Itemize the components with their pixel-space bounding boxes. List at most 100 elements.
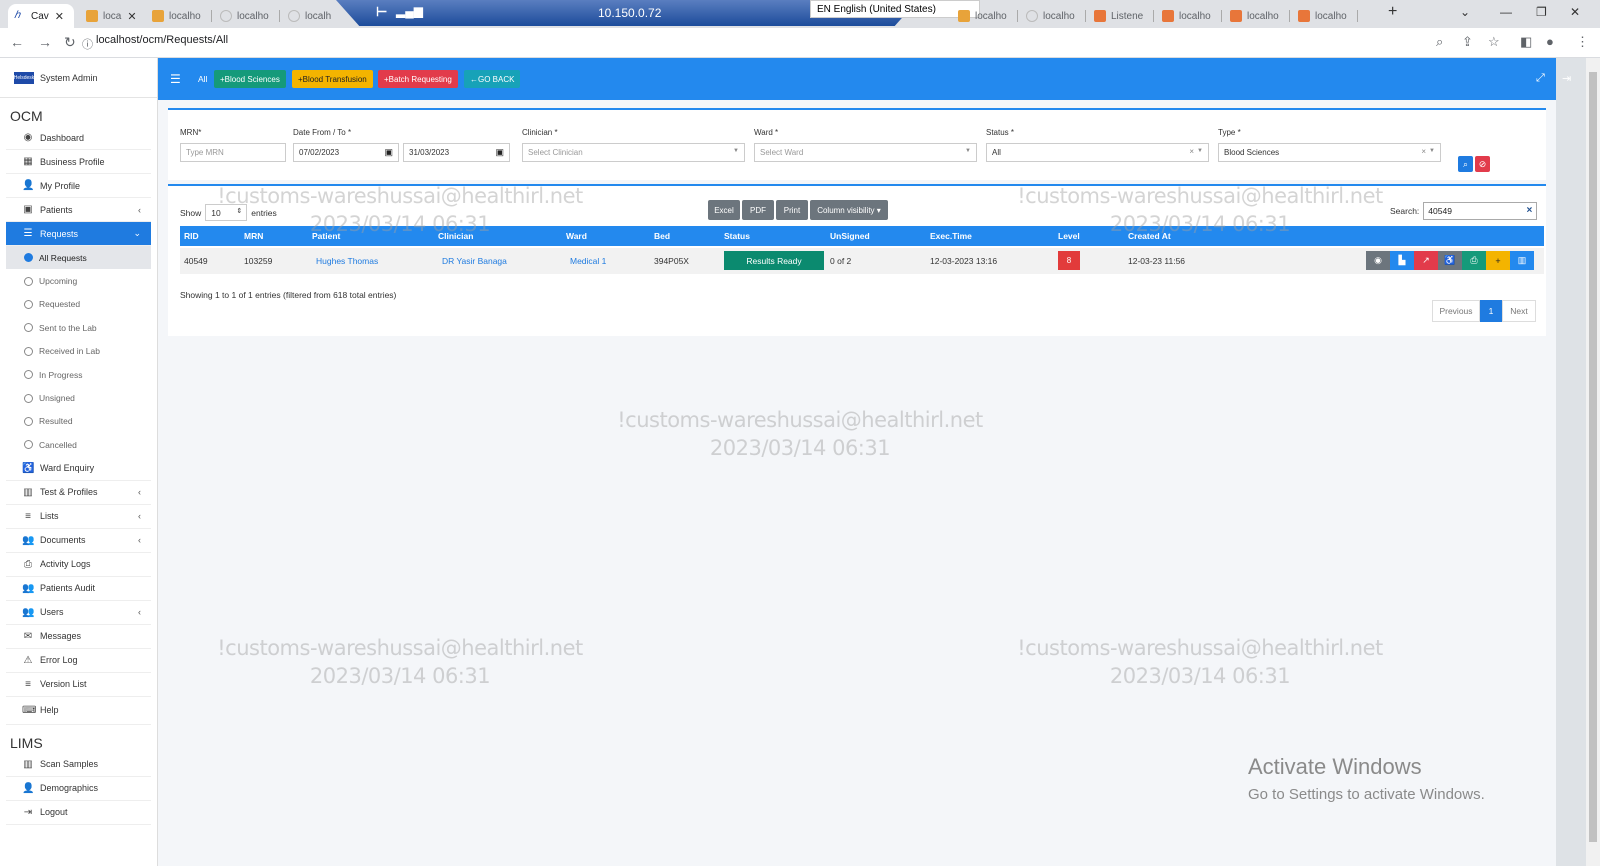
restore-icon[interactable]: ❐ (1536, 5, 1547, 19)
share-icon[interactable]: ⇪ (1462, 34, 1473, 50)
results-button[interactable]: ▙ (1390, 251, 1414, 270)
url-field[interactable]: localhost/ocm/Requests/All (96, 34, 228, 46)
sidebar-item-test-profiles[interactable]: ▥ Test & Profiles ‹ (6, 481, 151, 505)
info-icon[interactable]: ⓘ (82, 36, 93, 52)
browser-tab[interactable]: localho (1224, 4, 1290, 28)
star-icon[interactable]: ☆ (1488, 34, 1500, 50)
sidebar-item-documents[interactable]: 👥 Documents ‹ (6, 529, 151, 553)
sidebar-item-requests[interactable]: ☰ Requests ⌄ (6, 222, 151, 246)
sidebar-item-patients-audit[interactable]: 👥 Patients Audit (6, 577, 151, 601)
sidebar-item-dashboard[interactable]: ◉ Dashboard (6, 126, 151, 150)
scrollbar-thumb[interactable] (1589, 72, 1597, 842)
sidebar-item-version-list[interactable]: ≡ Version List (6, 673, 151, 697)
sidebar-sub-requested[interactable]: Requested (6, 293, 151, 316)
cell-clinician-link[interactable]: DR Yasir Banaga (442, 256, 507, 266)
column-visibility-button[interactable]: Column visibility ▾ (810, 200, 888, 220)
print-button[interactable]: Print (776, 200, 808, 220)
clinician-select[interactable]: Select Clinician ▼ (522, 143, 745, 162)
add-button[interactable]: + (1486, 251, 1510, 270)
sidebar-sub-in-progress[interactable]: In Progress (6, 363, 151, 386)
previous-page-button[interactable]: Previous (1432, 300, 1480, 322)
sidebar-sub-received-in-lab[interactable]: Received in Lab (6, 340, 151, 363)
clear-icon[interactable]: × (1189, 147, 1194, 156)
sidebar-sub-cancelled[interactable]: Cancelled (6, 433, 151, 456)
fullscreen-icon[interactable]: ⤢ (1536, 72, 1545, 85)
col-mrn[interactable]: MRN (244, 231, 263, 241)
sidebar-item-patients[interactable]: ▣ Patients ‹ (6, 198, 151, 222)
browser-tab[interactable]: localh (282, 4, 336, 28)
cell-ward-link[interactable]: Medical 1 (570, 256, 606, 266)
chevron-down-icon[interactable]: ⌄ (1460, 5, 1470, 19)
sidebar-sub-sent-to-lab[interactable]: Sent to the Lab (6, 316, 151, 339)
clear-icon[interactable]: × (1421, 147, 1426, 156)
browser-tab[interactable]: localho (146, 4, 212, 28)
col-status[interactable]: Status (724, 231, 750, 241)
browser-tab[interactable]: localho (1020, 4, 1086, 28)
calendar-icon[interactable]: ▣ (495, 147, 504, 158)
reload-icon[interactable]: ↻ (64, 34, 76, 51)
close-window-icon[interactable]: ✕ (1570, 5, 1580, 19)
print-row-button[interactable]: ⎙ (1462, 251, 1486, 270)
sidebar-item-lists[interactable]: ≡ Lists ‹ (6, 505, 151, 529)
sidebar-item-activity-logs[interactable]: ⎙ Activity Logs (6, 553, 151, 577)
blood-sciences-button[interactable]: + Blood Sciences (214, 70, 286, 88)
sidebar-item-scan-samples[interactable]: ▥ Scan Samples (6, 753, 151, 777)
hamburger-icon[interactable]: ☰ (170, 72, 181, 86)
batch-requesting-button[interactable]: + Batch Requesting (378, 70, 458, 88)
entries-select[interactable]: 10 ⇕ (205, 204, 248, 221)
sidebar-item-error-log[interactable]: ⚠ Error Log (6, 649, 151, 673)
view-button[interactable]: ◉ (1366, 251, 1390, 270)
blood-transfusion-button[interactable]: + Blood Transfusion (292, 70, 373, 88)
col-exec-time[interactable]: Exec.Time (930, 231, 972, 241)
sidebar-sub-all-requests[interactable]: All Requests (6, 246, 151, 270)
minimize-icon[interactable]: — (1500, 5, 1512, 19)
calendar-icon[interactable]: ▣ (384, 147, 393, 158)
next-page-button[interactable]: Next (1502, 300, 1536, 322)
col-level[interactable]: Level (1058, 231, 1080, 241)
date-to-input[interactable]: 31/03/2023 ▣ (403, 143, 510, 162)
sidebar-sub-resulted[interactable]: Resulted (6, 410, 151, 433)
browser-tab-active[interactable]: ℎ Cav ✕ (8, 4, 74, 28)
browser-tab[interactable]: localho (1292, 4, 1358, 28)
user-name[interactable]: System Admin (40, 73, 98, 83)
signout-icon[interactable]: ⇥ (1562, 72, 1571, 85)
forward-icon[interactable]: → (38, 34, 52, 50)
sidebar-item-my-profile[interactable]: 👤 My Profile (6, 174, 151, 198)
browser-tab[interactable]: localho (214, 4, 280, 28)
nav-all-link[interactable]: All (198, 74, 207, 84)
profile-icon[interactable]: ● (1546, 34, 1554, 49)
cell-patient-link[interactable]: Hughes Thomas (316, 256, 378, 266)
search-button[interactable]: ⌕ (1458, 156, 1473, 172)
sidebar-item-demographics[interactable]: 👤 Demographics (6, 777, 151, 801)
browser-tab[interactable]: localho (952, 4, 1018, 28)
sidebar-sub-unsigned[interactable]: Unsigned (6, 386, 151, 409)
col-patient[interactable]: Patient (312, 231, 340, 241)
close-tab-icon[interactable]: ✕ (55, 10, 64, 23)
mrn-input[interactable]: Type MRN (180, 143, 286, 162)
page-scrollbar[interactable] (1586, 58, 1600, 866)
col-rid[interactable]: RID (184, 231, 199, 241)
search-input[interactable]: 40549 × (1423, 202, 1538, 220)
clear-search-icon[interactable]: × (1526, 205, 1532, 216)
date-from-input[interactable]: 07/02/2023 ▣ (293, 143, 399, 162)
status-select[interactable]: All × ▼ (986, 143, 1209, 162)
sidebar-item-ward-enquiry[interactable]: ♿ Ward Enquiry (6, 457, 151, 481)
sidebar-item-users[interactable]: 👥 Users ‹ (6, 601, 151, 625)
col-unsigned[interactable]: UnSigned (830, 231, 870, 241)
col-ward[interactable]: Ward (566, 231, 587, 241)
browser-tab[interactable]: Listene (1088, 4, 1154, 28)
excel-button[interactable]: Excel (708, 200, 740, 220)
browser-tab[interactable]: loca ✕ (80, 4, 142, 28)
ward-select[interactable]: Select Ward ▼ (754, 143, 977, 162)
menu-icon[interactable]: ⋮ (1576, 34, 1589, 50)
col-bed[interactable]: Bed (654, 231, 670, 241)
pdf-button[interactable]: PDF (742, 200, 774, 220)
zoom-icon[interactable]: ⌕ (1436, 34, 1443, 50)
pin-icon[interactable]: ⊢ (376, 4, 387, 20)
sidebar-sub-upcoming[interactable]: Upcoming (6, 269, 151, 292)
col-created-at[interactable]: Created At (1128, 231, 1171, 241)
sidebar-item-messages[interactable]: ✉ Messages (6, 625, 151, 649)
new-tab-icon[interactable]: + (1388, 3, 1397, 21)
columns-button[interactable]: ▥ (1510, 251, 1534, 270)
sidebar-item-help[interactable]: ⌨ Help (6, 697, 151, 725)
